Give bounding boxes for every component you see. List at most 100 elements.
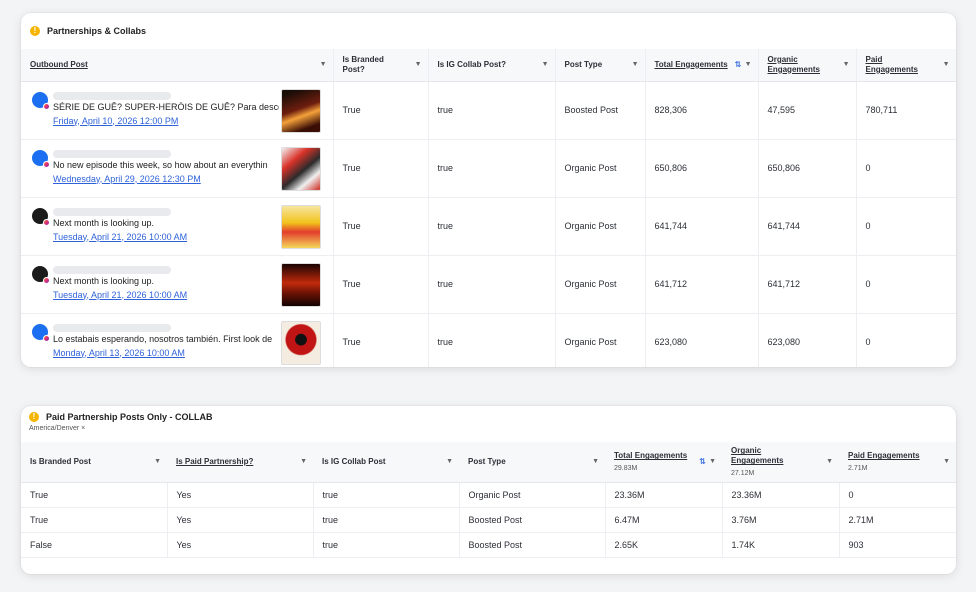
avatar[interactable]	[32, 91, 50, 110]
is-collab-cell: true	[428, 255, 556, 314]
total-engagements-cell: 828,306	[645, 81, 759, 140]
chevron-down-icon[interactable]: ▼	[446, 458, 453, 465]
outbound-post-cell: SÉRIE DE GUÊ? SUPER-HERÓIS DE GUÊ? Para …	[21, 81, 334, 140]
column-header-total-engagements[interactable]: Total Engagements 29.83M ⇅ ▼	[605, 442, 722, 483]
is-collab-cell: true	[428, 139, 556, 198]
chevron-down-icon[interactable]: ▼	[320, 61, 327, 68]
account-name-redacted	[53, 149, 171, 158]
chevron-down-icon[interactable]: ▼	[415, 61, 422, 68]
column-header-is-ig-collab-post[interactable]: Is IG Collab Post ▼	[313, 442, 459, 483]
column-header-paid-engagements[interactable]: Paid Engagements ▼	[856, 49, 956, 82]
avatar[interactable]	[32, 265, 50, 284]
table-row: SÉRIE DE GUÊ? SUPER-HERÓIS DE GUÊ? Para …	[21, 81, 956, 140]
paid-engagements-cell: 0	[856, 255, 956, 314]
column-header-post-type[interactable]: Post Type ▼	[459, 442, 605, 483]
post-date-link[interactable]: Monday, April 13, 2026 10:00 AM	[53, 348, 185, 358]
total-engagements-cell: 641,744	[645, 197, 759, 256]
column-header-outbound-post[interactable]: Outbound Post ▼	[21, 49, 334, 82]
warning-icon[interactable]: !	[29, 412, 39, 422]
is-branded-cell: True	[333, 313, 429, 367]
post-date-link[interactable]: Friday, April 10, 2026 12:00 PM	[53, 116, 178, 126]
paid-engagements-sum: 2.71M	[848, 465, 868, 473]
organic-engagements-cell: 641,744	[758, 197, 857, 256]
organic-engagements-sum: 27.12M	[731, 470, 755, 478]
total-engagements-cell: 623,080	[645, 313, 759, 367]
post-date-link[interactable]: Tuesday, April 21, 2026 10:00 AM	[53, 290, 187, 300]
post-type-cell: Boosted Post	[459, 507, 606, 533]
sort-icon[interactable]: ⇅	[735, 60, 742, 69]
outbound-post-cell: Next month is looking up. Tuesday, April…	[21, 197, 334, 256]
post-text: SÉRIE DE GUÊ? SUPER-HERÓIS DE GUÊ? Para …	[53, 101, 279, 112]
column-header-is-paid-partnership[interactable]: Is Paid Partnership? ▼	[167, 442, 313, 483]
chevron-down-icon[interactable]: ▼	[709, 458, 716, 465]
paid-engagements-cell: 0	[856, 313, 956, 367]
chevron-down-icon[interactable]: ▼	[154, 458, 161, 465]
account-name-redacted	[53, 91, 171, 100]
sort-icon[interactable]: ⇅	[699, 457, 706, 466]
chevron-down-icon[interactable]: ▼	[592, 458, 599, 465]
total-engagements-cell: 650,806	[645, 139, 759, 198]
post-thumbnail-image[interactable]	[281, 204, 321, 249]
is-collab-cell: true	[428, 197, 556, 256]
chevron-down-icon[interactable]: ▼	[943, 458, 950, 465]
post-type-cell: Boosted Post	[555, 81, 646, 140]
post-type-cell: Organic Post	[459, 482, 606, 508]
card-title-row: ! Partnerships & Collabs	[30, 26, 146, 36]
organic-engagements-cell: 47,595	[758, 81, 857, 140]
chevron-down-icon[interactable]: ▼	[632, 61, 639, 68]
total-engagements-cell: 23.36M	[605, 482, 723, 508]
organic-engagements-cell: 650,806	[758, 139, 857, 198]
chevron-down-icon[interactable]: ▼	[300, 458, 307, 465]
table-header-row: Is Branded Post ▼ Is Paid Partnership? ▼ I…	[21, 442, 956, 483]
post-date-link[interactable]: Wednesday, April 29, 2026 12:30 PM	[53, 174, 201, 184]
timezone-filter-chip[interactable]: America/Denver ×	[29, 425, 85, 432]
paid-engagements-cell: 903	[839, 532, 956, 558]
post-thumbnail-image[interactable]	[281, 146, 321, 191]
table-row: False Yes true Boosted Post 2.65K 1.74K …	[21, 532, 956, 558]
column-header-post-type[interactable]: Post Type ▼	[555, 49, 646, 82]
table-row: True Yes true Organic Post 23.36M 23.36M…	[21, 482, 956, 508]
paid-engagements-cell: 0	[856, 197, 956, 256]
is-paid-partnership-cell: Yes	[167, 507, 314, 533]
organic-engagements-cell: 1.74K	[722, 532, 840, 558]
table-header-row: Outbound Post ▼ Is Branded Post? ▼ Is IG C…	[21, 49, 956, 82]
partnerships-collabs-card: ! Partnerships & Collabs Outbound Post ▼ …	[21, 13, 956, 367]
chevron-down-icon[interactable]: ▼	[943, 61, 950, 68]
total-engagements-cell: 2.65K	[605, 532, 723, 558]
paid-engagements-cell: 780,711	[856, 81, 956, 140]
chevron-down-icon[interactable]: ▼	[745, 61, 752, 68]
post-date-link[interactable]: Tuesday, April 21, 2026 10:00 AM	[53, 232, 187, 242]
post-type-cell: Organic Post	[555, 197, 646, 256]
column-header-total-engagements[interactable]: Total Engagements ⇅ ▼	[645, 49, 759, 82]
post-thumbnail-image[interactable]	[281, 262, 321, 307]
warning-icon[interactable]: !	[30, 26, 40, 36]
chevron-down-icon[interactable]: ▼	[826, 458, 833, 465]
column-header-is-ig-collab-post[interactable]: Is IG Collab Post? ▼	[428, 49, 556, 82]
post-thumbnail-image[interactable]	[281, 320, 321, 365]
post-thumbnail-image[interactable]	[281, 88, 321, 133]
chevron-down-icon[interactable]: ▼	[542, 61, 549, 68]
post-type-cell: Organic Post	[555, 139, 646, 198]
table-row: Next month is looking up. Tuesday, April…	[21, 197, 956, 256]
account-name-redacted	[53, 207, 171, 216]
paid-engagements-cell: 2.71M	[839, 507, 956, 533]
is-paid-partnership-cell: Yes	[167, 532, 314, 558]
chevron-down-icon[interactable]: ▼	[843, 61, 850, 68]
is-collab-cell: true	[428, 81, 556, 140]
table-row: True Yes true Boosted Post 6.47M 3.76M 2…	[21, 507, 956, 533]
instagram-icon	[43, 334, 50, 342]
column-header-organic-engagements[interactable]: Organic Engagements ▼	[758, 49, 857, 82]
is-branded-cell: True	[333, 139, 429, 198]
organic-engagements-cell: 3.76M	[722, 507, 840, 533]
avatar[interactable]	[32, 207, 50, 226]
column-header-is-branded-post[interactable]: Is Branded Post? ▼	[333, 49, 429, 82]
post-text: Next month is looking up.	[53, 275, 155, 286]
instagram-icon	[43, 102, 50, 110]
card-title: Paid Partnership Posts Only - COLLAB	[46, 412, 213, 422]
avatar[interactable]	[32, 323, 50, 342]
total-engagements-sum: 29.83M	[614, 465, 638, 473]
column-header-organic-engagements[interactable]: Organic Engagements 27.12M ▼	[722, 442, 839, 483]
column-header-paid-engagements[interactable]: Paid Engagements 2.71M ▼	[839, 442, 956, 483]
column-header-is-branded-post[interactable]: Is Branded Post ▼	[21, 442, 167, 483]
avatar[interactable]	[32, 149, 50, 168]
